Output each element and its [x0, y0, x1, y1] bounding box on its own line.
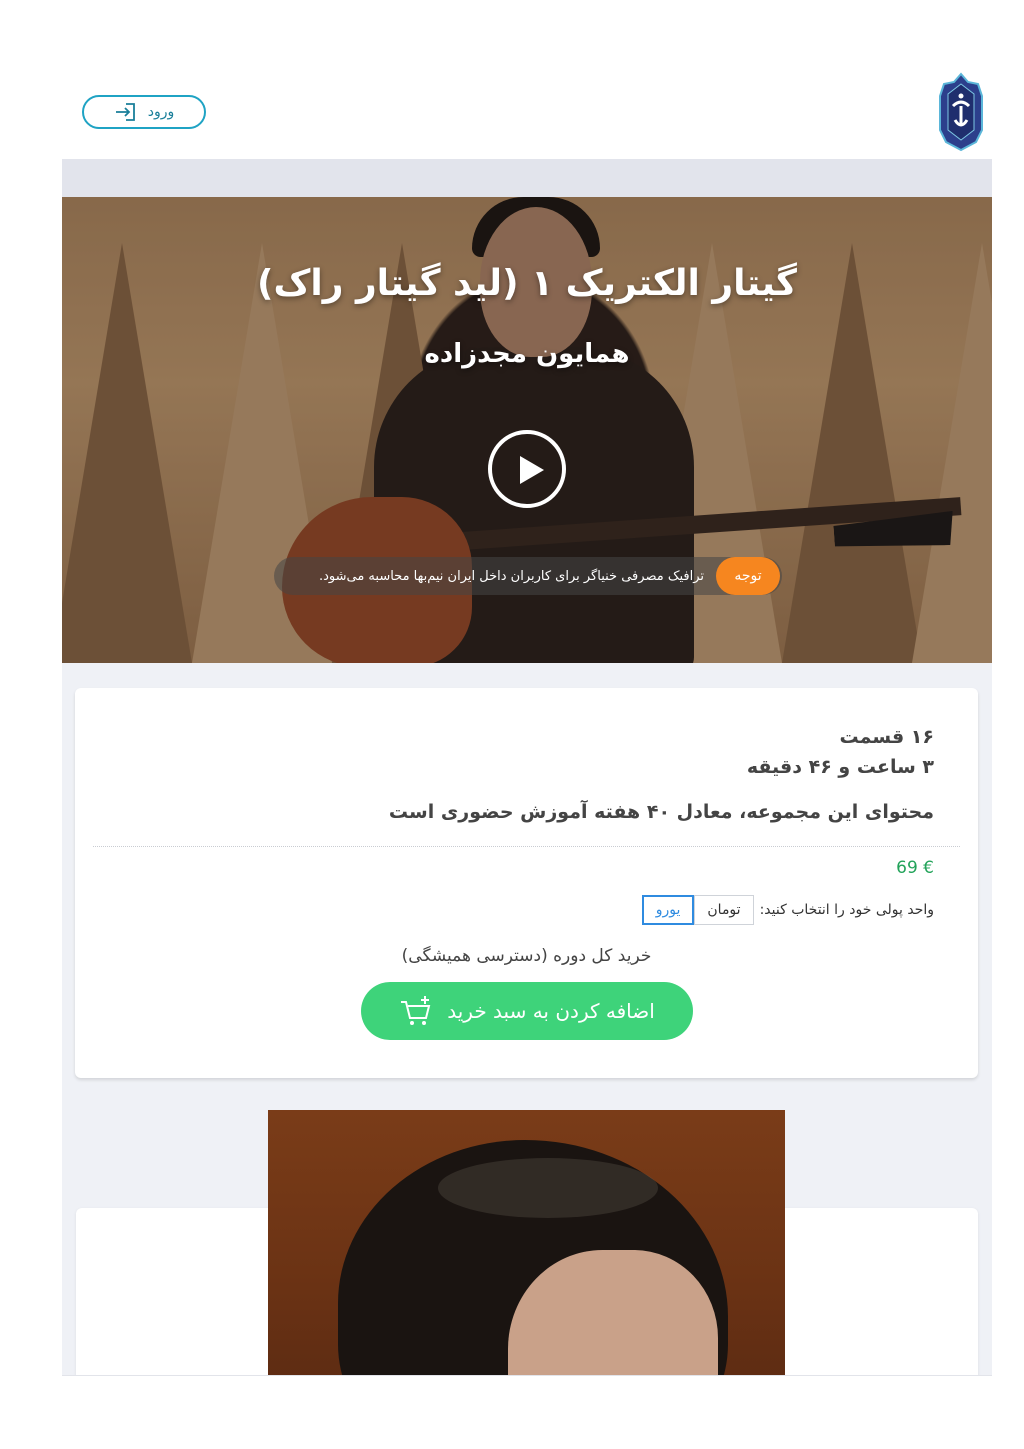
site-logo[interactable]	[938, 72, 984, 152]
add-to-cart-label: اضافه کردن به سبد خرید	[447, 999, 655, 1023]
course-equivalent: محتوای این مجموعه، معادل ۴۰ هفته آموزش ح…	[388, 801, 934, 823]
login-button[interactable]: ورود	[82, 95, 206, 129]
currency-prompt: واحد پولی خود را انتخاب کنید:	[759, 902, 934, 918]
currency-toman-button[interactable]: تومان	[694, 895, 754, 925]
header-topline	[62, 58, 992, 88]
play-button[interactable]	[488, 430, 566, 508]
course-info-card: ۱۶ قسمت ۳ ساعت و ۴۶ دقیقه محتوای این مجم…	[75, 688, 978, 1078]
divider	[93, 846, 960, 847]
traffic-notice: توجه ترافیک مصرفی خنیاگر برای کاربران دا…	[274, 557, 782, 595]
course-price: 69 €	[896, 858, 934, 878]
header-gap	[62, 159, 992, 197]
portrait-hair-shine	[438, 1158, 658, 1218]
buy-full-course-label: خرید کل دوره (دسترسی همیشگی)	[401, 946, 652, 966]
login-label: ورود	[147, 104, 175, 120]
course-hero: گیتار الکتریک ۱ (لید گیتار راک) همایون م…	[62, 197, 992, 663]
course-duration: ۳ ساعت و ۴۶ دقیقه	[746, 756, 934, 778]
page: ورود گیتار الکتریک ۱ (لید گیتار راک) هما	[62, 58, 992, 1376]
course-title: گیتار الکتریک ۱ (لید گیتار راک)	[257, 263, 797, 304]
add-to-cart-button[interactable]: اضافه کردن به سبد خرید	[361, 982, 693, 1040]
episode-count: ۱۶ قسمت	[839, 726, 934, 748]
currency-options: تومان یورو	[641, 895, 754, 925]
cart-plus-icon	[401, 996, 431, 1025]
currency-selector: واحد پولی خود را انتخاب کنید: تومان یورو	[641, 895, 934, 925]
play-icon	[520, 456, 544, 484]
currency-euro-button[interactable]: یورو	[641, 895, 695, 925]
instructor-name: همایون مجدزاده	[424, 339, 630, 369]
login-arrow-icon	[115, 103, 135, 121]
notice-text: ترافیک مصرفی خنیاگر برای کاربران داخل ای…	[318, 568, 704, 584]
notice-badge: توجه	[716, 557, 780, 595]
instructor-portrait	[268, 1110, 785, 1375]
